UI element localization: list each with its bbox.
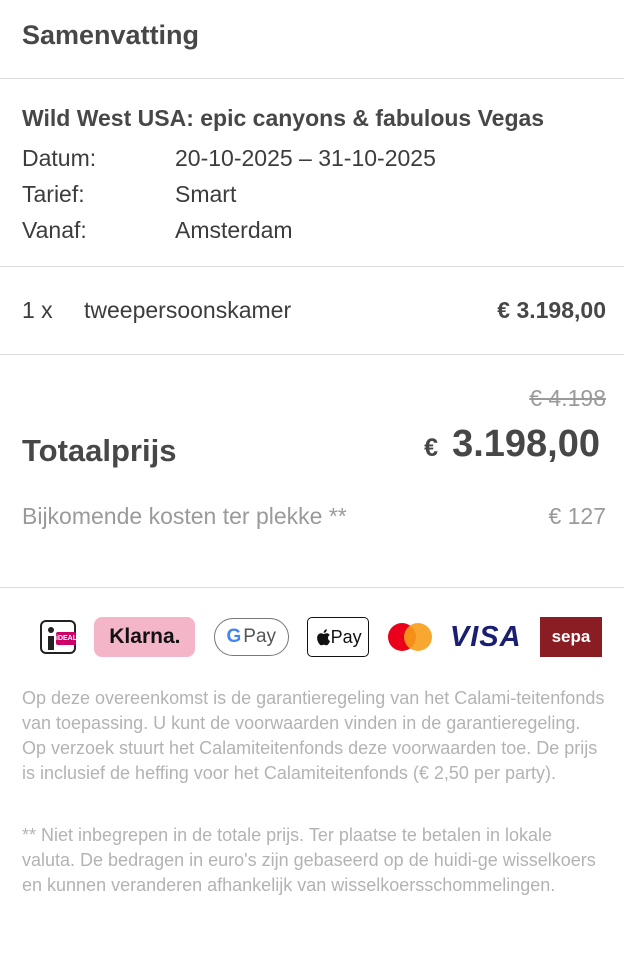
- detail-row-departure: Vanaf: Amsterdam: [22, 212, 602, 248]
- old-price: € 4.198: [529, 385, 606, 411]
- visa-icon: VISA: [450, 621, 522, 654]
- ideal-label: iDEAL: [56, 632, 77, 645]
- detail-row-date: Datum: 20-10-2025 – 31-10-2025: [22, 140, 602, 176]
- total-price: € 3.198,00: [424, 423, 600, 466]
- apple-logo-icon: [316, 628, 330, 645]
- trip-info: Wild West USA: epic canyons & fabulous V…: [0, 79, 624, 267]
- visa-label: VISA: [449, 620, 522, 653]
- sepa-label: sepa: [551, 627, 591, 646]
- klarna-label: Klarna.: [109, 625, 181, 648]
- total-currency: €: [424, 434, 439, 462]
- date-label: Datum:: [22, 145, 97, 171]
- rate-value: Smart: [175, 181, 237, 207]
- local-costs-notice: ** Niet inbegrepen in de totale prijs. T…: [22, 825, 596, 895]
- date-value: 20-10-2025 – 31-10-2025: [175, 145, 436, 171]
- detail-row-rate: Tarief: Smart: [22, 176, 602, 212]
- apple-pay-label: Pay: [330, 626, 362, 647]
- line-price: € 3.198,00: [497, 297, 606, 323]
- totals-section: € 4.198 Totaalprijs € 3.198,00 Bijkomend…: [0, 355, 624, 588]
- google-pay-label: Pay: [243, 626, 277, 647]
- apple-pay-icon: Pay: [307, 617, 370, 657]
- departure-value: Amsterdam: [175, 217, 293, 243]
- extra-costs-label: Bijkomende kosten ter plekke **: [22, 503, 347, 529]
- line-description: tweepersoonskamer: [84, 297, 292, 323]
- extra-costs-value: € 127: [548, 503, 606, 529]
- departure-label: Vanaf:: [22, 217, 87, 243]
- line-item: 1 x tweepersoonskamer € 3.198,00: [0, 267, 624, 355]
- google-g-label: G: [226, 626, 242, 647]
- total-label: Totaalprijs: [22, 433, 177, 468]
- mastercard-icon: [387, 623, 432, 651]
- google-pay-icon: G Pay: [213, 618, 289, 656]
- ideal-icon: iDEAL: [40, 620, 77, 654]
- line-quantity: 1 x: [22, 297, 53, 323]
- summary-header: Samenvatting: [0, 0, 624, 79]
- total-amount: 3.198,00: [452, 423, 600, 465]
- summary-title: Samenvatting: [22, 19, 200, 50]
- rate-label: Tarief:: [22, 181, 85, 207]
- guarantee-notice: Op deze overeenkomst is de garantieregel…: [22, 688, 605, 783]
- klarna-icon: Klarna.: [94, 617, 196, 657]
- trip-title: Wild West USA: epic canyons & fabulous V…: [22, 105, 545, 131]
- legal-notes: Op deze overeenkomst is de garantieregel…: [0, 686, 624, 898]
- payment-methods: iDEAL Klarna. G Pay Pay VISA sepa: [0, 588, 624, 686]
- sepa-icon: sepa: [539, 617, 602, 657]
